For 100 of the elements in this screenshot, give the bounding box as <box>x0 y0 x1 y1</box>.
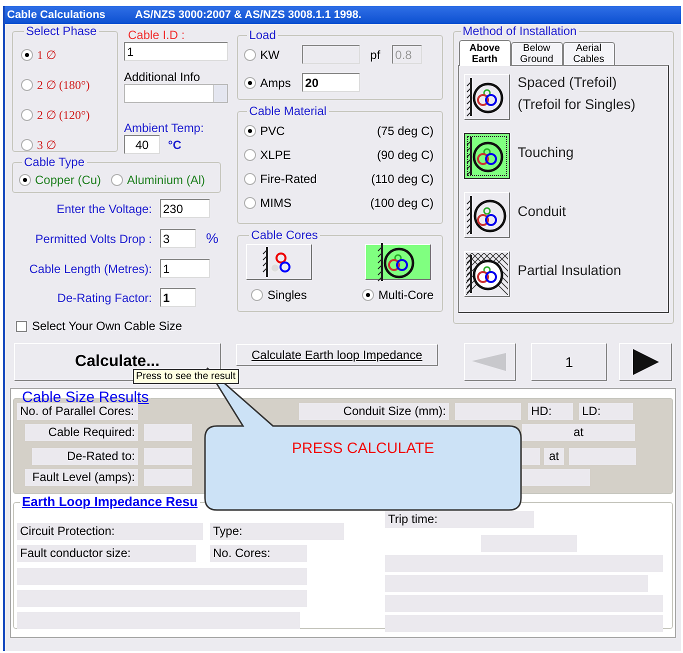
field-label: pf <box>370 46 382 64</box>
group-title: Cable Size Results <box>21 391 150 405</box>
temperature-rating: (75 deg C) <box>376 123 434 140</box>
field-label: De-Rating Factor: <box>56 290 152 306</box>
method-label: Partial Insulation <box>518 261 622 280</box>
unit-label: °C <box>168 136 182 154</box>
radio-button[interactable] <box>21 49 33 61</box>
phase-label: 2 ∅ (120°) <box>37 107 90 124</box>
cable-id-field[interactable]: 1 <box>124 42 228 61</box>
field-label: Ambient Temp: <box>124 121 205 135</box>
cable-cores-button[interactable] <box>364 244 431 280</box>
result-label: Circuit Protection: <box>17 523 203 540</box>
group-title: Method of Installation <box>462 24 578 38</box>
result-label: at <box>544 448 564 465</box>
result-field <box>144 469 192 486</box>
right-arrow-icon <box>630 347 661 377</box>
radio-button[interactable] <box>244 149 256 161</box>
field-label: Permitted Volts Drop : <box>34 230 152 248</box>
tab[interactable]: Below Ground <box>510 42 563 65</box>
temperature-rating: (90 deg C) <box>376 147 434 164</box>
tab[interactable]: Aerial Cables <box>562 42 615 65</box>
result-label: HD: <box>528 403 573 420</box>
radio-label: Fire-Rated <box>260 171 318 188</box>
radio-button[interactable] <box>244 197 256 209</box>
radio-button[interactable] <box>21 109 33 121</box>
method-label: Touching <box>518 143 574 162</box>
radio-label: Multi-Core <box>378 287 434 304</box>
cable-type-label: Aluminium (Al) <box>127 172 206 189</box>
result-label: LD: <box>579 403 633 420</box>
method-label: Spaced (Trefoil) <box>518 73 618 92</box>
result-label: Cable Required: <box>25 424 138 441</box>
installation-method-button[interactable] <box>464 133 510 179</box>
radio-button[interactable] <box>244 76 256 88</box>
result-label: De-Rated to: <box>32 448 138 465</box>
method-label: Conduit <box>518 202 566 221</box>
radio-button[interactable] <box>244 48 256 60</box>
result-field <box>522 448 540 465</box>
radio-button[interactable] <box>21 139 33 151</box>
number-field[interactable]: 1 <box>160 259 210 278</box>
number-field[interactable]: 1 <box>160 288 196 307</box>
callout-text: PRESS CALCULATE <box>290 439 436 459</box>
checkbox[interactable] <box>16 320 27 332</box>
radio-label: KW <box>260 46 281 64</box>
result-field <box>455 403 521 420</box>
next-button[interactable] <box>619 343 672 381</box>
radio-label: Singles <box>267 287 307 304</box>
cable-installation-icon <box>466 194 508 236</box>
phase-label: 1 ∅ <box>37 47 56 64</box>
phase-label: 2 ∅ (180°) <box>37 77 90 94</box>
group-title: Cable Material <box>248 104 328 118</box>
number-field[interactable]: 3 <box>160 229 196 248</box>
result-label: No. of Parallel Cores: <box>17 403 138 420</box>
radio-button[interactable] <box>244 173 256 185</box>
group-title: Cable Type <box>23 155 86 169</box>
radio-button[interactable] <box>362 289 374 301</box>
radio-label: PVC <box>260 123 286 140</box>
window-title: Cable Calculations <box>6 8 106 23</box>
radio-button[interactable] <box>19 174 31 186</box>
field-label: Cable I.D : <box>128 28 186 42</box>
temperature-rating: (110 deg C) <box>371 171 434 188</box>
info-field[interactable] <box>124 84 228 103</box>
number-field[interactable]: 230 <box>160 199 210 218</box>
group-title: Earth Loop Impedance Resu <box>21 495 199 509</box>
field-label: Additional Info <box>124 70 202 84</box>
earth-loop-button[interactable]: Calculate Earth loop Impedance <box>236 344 438 366</box>
result-field <box>522 469 590 486</box>
result-label: at <box>522 424 635 441</box>
result-label: Trip time: <box>385 511 534 528</box>
amps-field[interactable]: 20 <box>302 73 360 92</box>
result-label: Conduit Size (mm): <box>299 403 449 420</box>
radio-button[interactable] <box>251 289 264 301</box>
radio-label: Amps <box>260 74 292 92</box>
temperature-rating: (100 deg C) <box>370 195 434 212</box>
result-field <box>569 448 636 465</box>
radio-label: MIMS <box>260 195 293 212</box>
window-subtitle: AS/NZS 3000:2007 & AS/NZS 3008.1.1 1998. <box>135 8 362 23</box>
unit-label: % <box>206 229 218 248</box>
cable-type-label: Copper (Cu) <box>35 172 102 189</box>
field-label: Cable Length (Metres): <box>28 260 152 278</box>
result-label: Type: <box>210 523 344 540</box>
tab[interactable]: Above Earth <box>458 40 511 66</box>
group-title: Select Phase <box>25 24 98 38</box>
result-field <box>144 424 192 441</box>
method-note: (Trefoil for Singles) <box>518 95 636 114</box>
result-field <box>144 448 192 465</box>
radio-button[interactable] <box>21 79 33 91</box>
result-label: Fault conductor size: <box>17 545 196 562</box>
page-number[interactable]: 1 <box>530 343 608 381</box>
field-label: Enter the Voltage: <box>56 200 152 218</box>
result-label: Fault Level (amps): <box>25 469 138 486</box>
phase-label: 3 ∅ <box>37 137 56 154</box>
checkbox-label: Select Your Own Cable Size <box>32 318 182 335</box>
cable-installation-icon <box>466 253 508 295</box>
tooltip: Press to see the result <box>133 369 238 384</box>
temperature-field[interactable]: 40 <box>124 135 160 154</box>
cable-cores-button[interactable] <box>246 244 312 280</box>
result-label: No. Cores: <box>210 545 307 562</box>
group-title: Cable Cores <box>250 228 319 242</box>
radio-button[interactable] <box>111 174 124 186</box>
radio-button[interactable] <box>244 125 256 137</box>
